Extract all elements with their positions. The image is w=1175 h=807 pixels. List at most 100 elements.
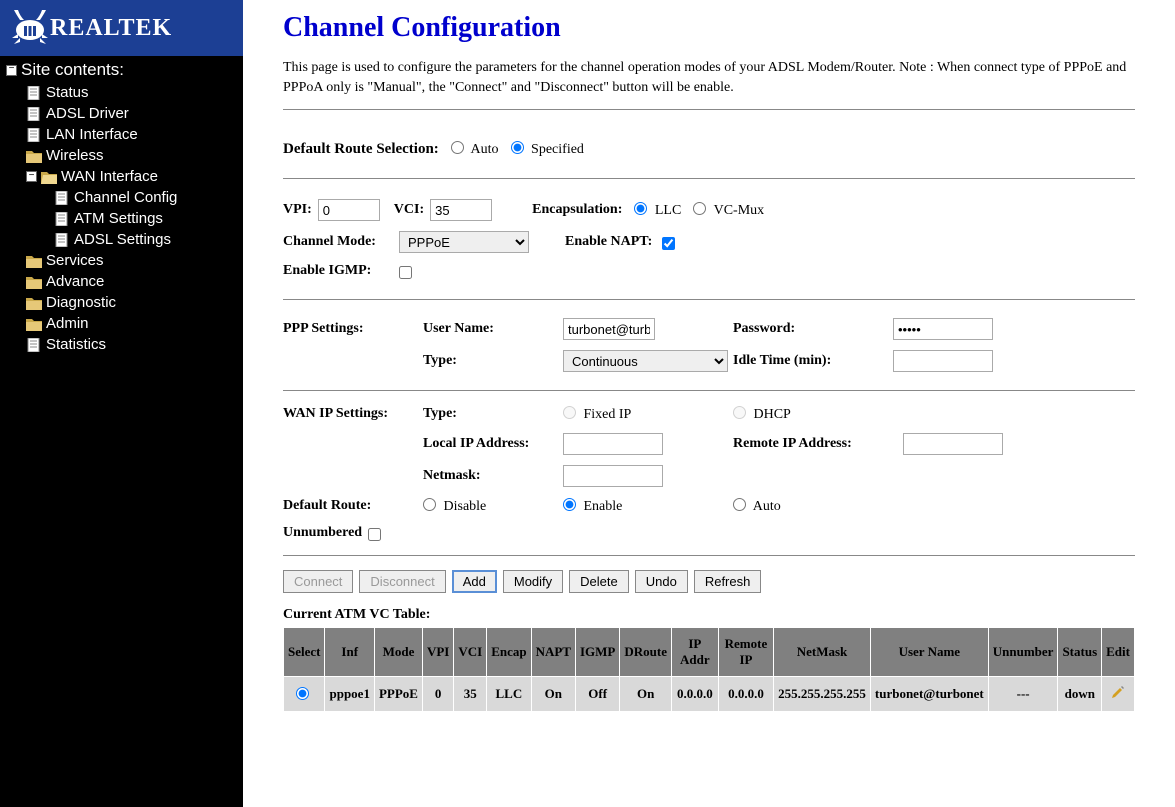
cell: Off (575, 677, 619, 712)
channel-mode-label: Channel Mode: (283, 234, 399, 250)
nav-item-label: Statistics (46, 336, 106, 353)
page-icon (54, 233, 70, 247)
nav-item-services[interactable]: Services (26, 252, 237, 269)
napt-checkbox[interactable] (662, 237, 675, 250)
ppp-section-label: PPP Settings: (283, 321, 423, 337)
nav-item-label: Services (46, 252, 104, 269)
delete-button[interactable]: Delete (569, 570, 629, 593)
page-icon (26, 338, 42, 352)
nav-item-label: Advance (46, 273, 104, 290)
nav-item-admin[interactable]: Admin (26, 315, 237, 332)
unnumbered-checkbox[interactable] (368, 528, 381, 541)
dr-disable-radio[interactable] (423, 498, 436, 511)
nav-tree: Site contents: Status ADSL Driver LAN Inte… (0, 56, 243, 359)
vci-label: VCI: (394, 202, 424, 218)
cell: pppoe1 (325, 677, 374, 712)
ppp-user-input[interactable] (563, 318, 655, 340)
th-encap: Encap (487, 628, 531, 677)
th-user-name: User Name (870, 628, 988, 677)
nav-item-label: ADSL Settings (74, 231, 171, 248)
nav-item-wan-interface[interactable]: WAN Interface (26, 168, 237, 185)
encap-vcmux-radio[interactable] (693, 202, 706, 215)
connect-button[interactable]: Connect (283, 570, 353, 593)
nav-item-wireless[interactable]: Wireless (26, 147, 237, 164)
nav-item-advance[interactable]: Advance (26, 273, 237, 290)
nav-item-label: ATM Settings (74, 210, 163, 227)
cell (284, 677, 325, 712)
nav-item-channel-config[interactable]: Channel Config (54, 189, 237, 206)
vpi-input[interactable] (318, 199, 380, 221)
nav-item-status[interactable]: Status (26, 84, 237, 101)
dr-enable-radio[interactable] (563, 498, 576, 511)
wan-fixed-radio[interactable] (563, 406, 576, 419)
tree-root[interactable]: Site contents: (6, 60, 237, 80)
nav-item-label: Admin (46, 315, 89, 332)
ppp-type-select[interactable]: Continuous (563, 350, 728, 372)
nav-item-lan-interface[interactable]: LAN Interface (26, 126, 237, 143)
refresh-button[interactable]: Refresh (694, 570, 762, 593)
add-button[interactable]: Add (452, 570, 497, 593)
default-route-specified-radio[interactable] (511, 141, 524, 154)
th-napt: NAPT (531, 628, 575, 677)
nav-item-atm-settings[interactable]: ATM Settings (54, 210, 237, 227)
folder-icon (26, 254, 42, 268)
ppp-idle-input[interactable] (893, 350, 993, 372)
default-route-specified-label: Specified (531, 142, 584, 157)
ppp-pass-label: Password: (733, 321, 893, 337)
vci-input[interactable] (430, 199, 492, 221)
folder-icon (26, 296, 42, 310)
th-droute: DRoute (620, 628, 672, 677)
nav-item-statistics[interactable]: Statistics (26, 336, 237, 353)
encap-label: Encapsulation: (532, 202, 622, 218)
default-route-auto-radio[interactable] (451, 141, 464, 154)
wan-netmask-input[interactable] (563, 465, 663, 487)
vpi-label: VPI: (283, 202, 312, 218)
th-inf: Inf (325, 628, 374, 677)
nav-item-label: Diagnostic (46, 294, 116, 311)
wan-remote-input[interactable] (903, 433, 1003, 455)
default-route-auto-label: Auto (471, 142, 499, 157)
igmp-checkbox[interactable] (399, 266, 412, 279)
th-vci: VCI (454, 628, 487, 677)
unnumbered-label: Unnumbered (283, 525, 362, 541)
wan-local-input[interactable] (563, 433, 663, 455)
realtek-crab-icon (10, 8, 50, 48)
cell: 255.255.255.255 (774, 677, 871, 712)
dr-label: Default Route: (283, 498, 423, 514)
th-vpi: VPI (422, 628, 453, 677)
napt-label: Enable NAPT: (565, 234, 652, 250)
ppp-pass-input[interactable] (893, 318, 993, 340)
folder-icon (26, 275, 42, 289)
folder-icon (26, 317, 42, 331)
intro-text: This page is used to configure the param… (283, 58, 1135, 97)
cell: 0.0.0.0 (718, 677, 773, 712)
nav-item-adsl-driver[interactable]: ADSL Driver (26, 105, 237, 122)
default-route-label: Default Route Selection: (283, 141, 439, 158)
th-edit: Edit (1102, 628, 1135, 677)
undo-button[interactable]: Undo (635, 570, 688, 593)
row-select-radio[interactable] (296, 687, 309, 700)
collapse-icon[interactable] (6, 65, 17, 76)
wan-dhcp-radio[interactable] (733, 406, 746, 419)
nav-item-label: WAN Interface (61, 168, 158, 185)
folder-icon (26, 149, 42, 163)
cell: turbonet@turbonet (870, 677, 988, 712)
wan-fixed-label: Fixed IP (584, 407, 632, 422)
nav-item-diagnostic[interactable]: Diagnostic (26, 294, 237, 311)
wan-type-label: Type: (423, 406, 563, 422)
encap-llc-radio[interactable] (634, 202, 647, 215)
wan-dhcp-label: DHCP (754, 407, 791, 422)
dr-disable-label: Disable (444, 499, 487, 514)
dr-auto-radio[interactable] (733, 498, 746, 511)
page-icon (54, 191, 70, 205)
collapse-icon[interactable] (26, 171, 37, 182)
main-content: Channel Configuration This page is used … (243, 0, 1175, 807)
ppp-type-label: Type: (423, 353, 563, 369)
table-title: Current ATM VC Table: (283, 607, 1135, 623)
modify-button[interactable]: Modify (503, 570, 563, 593)
disconnect-button[interactable]: Disconnect (359, 570, 445, 593)
edit-icon[interactable] (1111, 687, 1125, 702)
page-icon (54, 212, 70, 226)
channel-mode-select[interactable]: PPPoE (399, 231, 529, 253)
nav-item-adsl-settings[interactable]: ADSL Settings (54, 231, 237, 248)
